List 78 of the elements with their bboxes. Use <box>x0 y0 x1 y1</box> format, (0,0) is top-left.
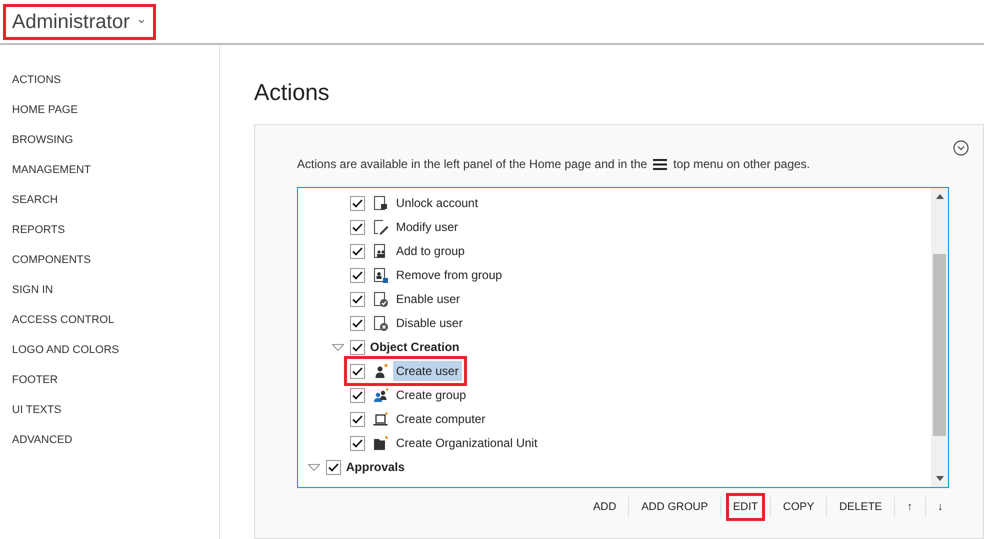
checkbox[interactable] <box>350 220 365 234</box>
action-label[interactable]: Remove from group <box>393 265 506 285</box>
checkbox[interactable] <box>350 364 365 378</box>
action-label[interactable]: Add to group <box>393 241 468 261</box>
sidebar-item[interactable]: REPORTS <box>0 215 65 245</box>
action-label[interactable]: Unlock account <box>393 193 482 213</box>
toolbar-button[interactable]: EDIT <box>728 496 762 518</box>
action-icon <box>373 387 389 403</box>
group-label[interactable]: Object Creation <box>370 337 460 357</box>
checkbox[interactable] <box>350 268 365 282</box>
action-label[interactable]: Create computer <box>393 409 488 429</box>
action-icon <box>373 435 389 451</box>
checkmark-icon <box>352 390 363 400</box>
scroll-up-icon[interactable] <box>936 194 944 199</box>
checkbox[interactable] <box>350 316 365 330</box>
action-label[interactable]: Create user <box>393 361 462 381</box>
toolbar-button[interactable]: ADD <box>589 496 620 518</box>
action-icon <box>373 291 389 307</box>
action-label[interactable]: Create group <box>393 385 470 405</box>
action-label[interactable]: Disable user <box>393 313 466 333</box>
action-label[interactable]: Create Organizational Unit <box>393 433 540 453</box>
checkbox[interactable] <box>350 340 365 354</box>
checkmark-icon <box>352 318 363 328</box>
scroll-down-icon[interactable] <box>936 476 944 481</box>
sidebar-item[interactable]: BROWSING <box>0 125 74 155</box>
action-label[interactable]: Enable user <box>393 289 464 309</box>
toolbar-button[interactable]: COPY <box>779 496 818 518</box>
caret-icon[interactable]: ⌄ <box>136 12 147 25</box>
checkmark-icon <box>352 198 363 208</box>
sidebar-item[interactable]: COMPONENTS <box>0 245 91 275</box>
sidebar-item[interactable]: MANAGEMENT <box>0 155 91 185</box>
action-icon <box>373 267 389 283</box>
toolbar-button[interactable]: DELETE <box>835 496 886 518</box>
checkmark-icon <box>352 294 363 304</box>
sidebar-item[interactable]: UI TEXTS <box>0 395 62 425</box>
sidebar-item[interactable]: ACTIONS <box>0 65 61 95</box>
sidebar-item[interactable]: ADVANCED <box>0 425 72 455</box>
sidebar-item[interactable]: FOOTER <box>0 365 58 395</box>
checkmark-icon <box>352 342 363 352</box>
scrollbar[interactable] <box>931 188 948 487</box>
sidebar-item[interactable]: HOME PAGE <box>0 95 78 125</box>
expand-caret-icon[interactable] <box>308 464 320 470</box>
action-icon <box>373 411 389 427</box>
checkbox[interactable] <box>350 388 365 402</box>
scrollbar-thumb[interactable] <box>933 254 946 436</box>
checkbox[interactable] <box>350 412 365 426</box>
account-title[interactable]: Administrator <box>12 6 130 36</box>
checkmark-icon <box>352 438 363 448</box>
action-label[interactable]: Modify user <box>393 217 462 237</box>
checkmark-icon <box>352 270 363 280</box>
action-icon <box>373 363 389 379</box>
checkmark-icon <box>352 222 363 232</box>
group-label[interactable]: Approvals <box>346 457 405 477</box>
action-icon <box>373 315 389 331</box>
checkbox[interactable] <box>350 436 365 450</box>
sidebar-item[interactable]: LOGO AND COLORS <box>0 335 119 365</box>
description-text: top menu on other pages. <box>673 156 810 173</box>
toolbar-button[interactable]: ↑ <box>903 496 916 518</box>
action-icon <box>373 219 389 235</box>
description-text: Actions are available in the left panel of the Home page and in the <box>297 156 648 173</box>
sidebar-item[interactable]: SEARCH <box>0 185 58 215</box>
toolbar-button[interactable]: ADD GROUP <box>637 496 712 518</box>
page-title: Actions <box>254 78 330 107</box>
collapse-icon[interactable] <box>953 140 969 156</box>
checkmark-icon <box>328 462 339 472</box>
checkbox[interactable] <box>326 460 341 474</box>
expand-caret-icon[interactable] <box>332 344 344 350</box>
sidebar-item[interactable]: SIGN IN <box>0 275 53 305</box>
action-icon <box>373 195 389 211</box>
menu-icon <box>653 158 668 170</box>
checkbox[interactable] <box>350 292 365 306</box>
sidebar-item[interactable]: ACCESS CONTROL <box>0 305 114 335</box>
checkmark-icon <box>352 366 363 376</box>
checkmark-icon <box>352 246 363 256</box>
checkbox[interactable] <box>350 196 365 210</box>
checkmark-icon <box>352 414 363 424</box>
toolbar-button[interactable]: ↓ <box>934 496 947 518</box>
checkbox[interactable] <box>350 244 365 258</box>
